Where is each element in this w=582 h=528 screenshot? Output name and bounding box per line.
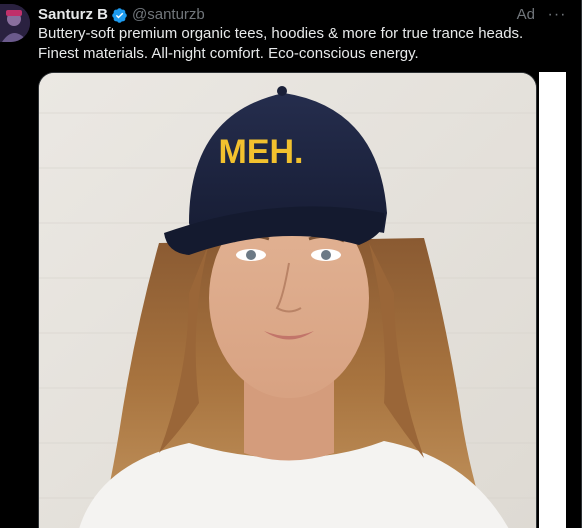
right-edge-panel xyxy=(539,72,566,528)
ad-label: Ad xyxy=(516,6,535,23)
hat-logo-text: MEH. xyxy=(219,133,304,171)
ad-post[interactable]: Santurz B @santurzb Ad ··· Buttery-soft … xyxy=(0,0,582,528)
post-header: Santurz B @santurzb Ad ··· xyxy=(38,5,567,25)
verified-badge-icon xyxy=(111,7,128,24)
author-handle[interactable]: @santurzb xyxy=(132,5,205,25)
author-name[interactable]: Santurz B xyxy=(38,5,108,25)
more-horizontal-icon[interactable]: ··· xyxy=(547,5,567,25)
avatar-image xyxy=(0,4,30,42)
author-avatar[interactable] xyxy=(0,4,30,42)
post-media-image[interactable]: MEH. xyxy=(38,72,537,528)
post-text: Buttery-soft premium organic tees, hoodi… xyxy=(38,25,524,62)
